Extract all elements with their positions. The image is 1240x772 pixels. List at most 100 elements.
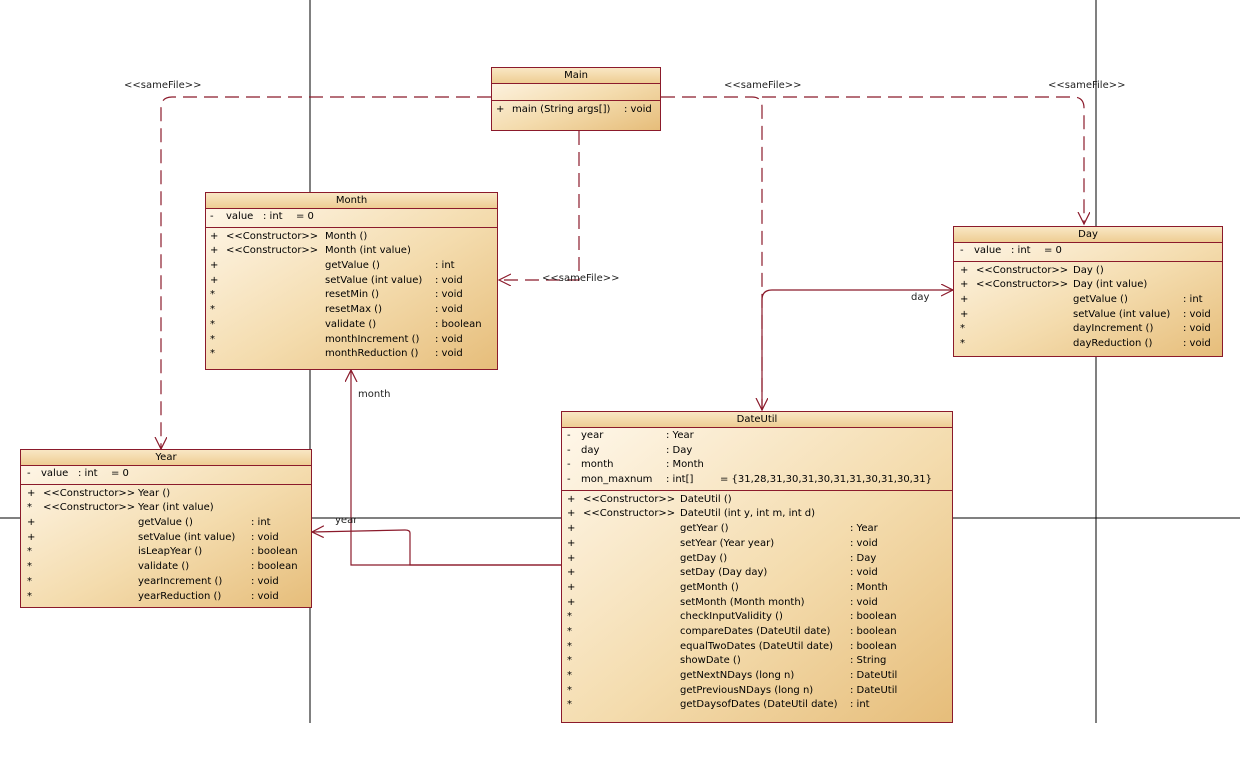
attribute-row[interactable]: - day : Day (562, 444, 952, 459)
operation-row[interactable]: * getNextNDays (long n) : DateUtil (562, 669, 952, 684)
operation-row[interactable]: + getMonth () : Month (562, 581, 952, 596)
operation-type: : void (1183, 338, 1211, 350)
dependency-main-day[interactable] (762, 96, 1084, 224)
label-assoc-month: month (358, 389, 391, 400)
class-dateutil[interactable]: DateUtil - year : Year - day : Day - mon… (561, 411, 953, 723)
operation-row[interactable]: * monthIncrement () : void (206, 333, 497, 348)
attribute-init: = 0 (296, 211, 314, 222)
operation-row[interactable]: + setYear (Year year) : void (562, 537, 952, 552)
association-dateutil-year[interactable] (312, 530, 561, 566)
operation-row[interactable]: + <<Constructor>> Day () (954, 264, 1222, 279)
operation-name: setValue (int value) (138, 531, 236, 543)
operation-row[interactable]: * yearReduction () : void (21, 590, 311, 605)
operation-type: : boolean (251, 561, 298, 573)
operation-name: getValue () (1073, 294, 1128, 306)
operation-row[interactable]: + setValue (int value) : void (21, 531, 311, 546)
operations-section: + <<Constructor>> DateUtil () + <<Constr… (562, 491, 952, 713)
operation-row[interactable]: + setValue (int value) : void (206, 274, 497, 289)
class-month[interactable]: Month - value : int = 0 + <<Constructor>… (205, 192, 498, 370)
attribute-name: value (226, 211, 254, 222)
operation-row[interactable]: * <<Constructor>> Year (int value) (21, 501, 311, 516)
operation-row[interactable]: * isLeapYear () : boolean (21, 545, 311, 560)
attribute-name: value (41, 468, 69, 479)
operation-row[interactable]: + <<Constructor>> Month () (206, 230, 497, 245)
visibility: + (567, 537, 576, 549)
visibility: * (567, 655, 572, 667)
operation-type: : void (251, 531, 279, 543)
operation-row[interactable]: + getValue () : int (954, 293, 1222, 308)
visibility: - (567, 444, 571, 456)
label-samefile-dateutil: <<sameFile>> (724, 80, 802, 91)
operation-row[interactable]: + setDay (Day day) : void (562, 566, 952, 581)
visibility: * (960, 323, 965, 335)
operation-name: main (String args[]) (512, 104, 611, 115)
operation-row[interactable]: * equalTwoDates (DateUtil date) : boolea… (562, 640, 952, 655)
operation-row[interactable]: * showDate () : String (562, 654, 952, 669)
visibility: * (567, 625, 572, 637)
operation-row[interactable]: * compareDates (DateUtil date) : boolean (562, 625, 952, 640)
operation-row[interactable]: + setMonth (Month month) : void (562, 596, 952, 611)
operation-row[interactable]: + getValue () : int (206, 259, 497, 274)
operation-row[interactable]: * dayReduction () : void (954, 337, 1222, 352)
class-day[interactable]: Day - value : int = 0 + <<Constructor>> … (953, 226, 1223, 357)
operation-row[interactable]: + <<Constructor>> DateUtil () (562, 493, 952, 508)
operation-type: : void (435, 304, 463, 316)
attribute-row[interactable]: - mon_maxnum : int[] = {31,28,31,30,31,3… (562, 473, 952, 488)
operation-name: dayIncrement () (1073, 323, 1154, 335)
operation-row[interactable]: * resetMax () : void (206, 303, 497, 318)
operation-type: : int (1183, 294, 1203, 306)
class-name: Day (954, 227, 1222, 243)
operation-row[interactable]: * validate () : boolean (21, 560, 311, 575)
operation-row[interactable]: * getPreviousNDays (long n) : DateUtil (562, 684, 952, 699)
attribute-type: : int (1011, 245, 1031, 256)
attribute-row[interactable]: - value : int = 0 (954, 244, 1222, 259)
label-samefile-day: <<sameFile>> (1048, 80, 1126, 91)
operation-row[interactable]: + getYear () : Year (562, 522, 952, 537)
attribute-row[interactable]: - month : Month (562, 458, 952, 473)
visibility: * (27, 590, 32, 602)
operation-row[interactable]: + getDay () : Day (562, 552, 952, 567)
operation-row[interactable]: * getDaysofDates (DateUtil date) : int (562, 698, 952, 713)
operation-type: : void (1183, 323, 1211, 335)
attribute-init: = {31,28,31,30,31,30,31,31,30,31,30,31} (720, 474, 932, 486)
visibility: * (960, 338, 965, 350)
operation-name: DateUtil (int y, int m, int d) (680, 508, 816, 520)
class-year[interactable]: Year - value : int = 0 + <<Constructor>>… (20, 449, 312, 608)
visibility: - (567, 459, 571, 471)
dependency-main-dateutil[interactable] (661, 96, 762, 410)
association-dateutil-day[interactable] (761, 290, 953, 410)
visibility: + (567, 581, 576, 593)
visibility: * (27, 575, 32, 587)
operation-row[interactable]: + getValue () : int (21, 516, 311, 531)
attributes-section (492, 84, 660, 101)
attribute-row[interactable]: - value : int = 0 (21, 467, 311, 482)
operation-name: compareDates (DateUtil date) (680, 625, 831, 637)
operation-row[interactable]: * resetMin () : void (206, 288, 497, 303)
operation-type: : DateUtil (850, 670, 898, 681)
attribute-row[interactable]: - year : Year (562, 429, 952, 444)
operation-row[interactable]: * yearIncrement () : void (21, 575, 311, 590)
attribute-row[interactable]: - value : int = 0 (206, 210, 497, 225)
operation-row[interactable]: + setValue (int value) : void (954, 308, 1222, 323)
operation-row[interactable]: + <<Constructor>> DateUtil (int y, int m… (562, 507, 952, 522)
operation-row[interactable]: * dayIncrement () : void (954, 322, 1222, 337)
operation-row[interactable]: * checkInputValidity () : boolean (562, 610, 952, 625)
operations-section: + main (String args[]) : void (492, 101, 660, 118)
operation-type: : void (850, 537, 878, 549)
visibility: + (567, 508, 576, 520)
operation-row[interactable]: + <<Constructor>> Year () (21, 487, 311, 502)
operation-row[interactable]: + main (String args[]) : void (492, 103, 660, 118)
operation-row[interactable]: * validate () : boolean (206, 318, 497, 333)
visibility: * (27, 502, 32, 514)
operation-row[interactable]: + <<Constructor>> Day (int value) (954, 278, 1222, 293)
visibility: + (210, 245, 219, 257)
attributes-section: - year : Year - day : Day - month : Mont… (562, 428, 952, 491)
stereotype: <<Constructor>> (976, 264, 1069, 276)
class-main[interactable]: Main + main (String args[]) : void (491, 67, 661, 131)
operation-type: : void (435, 333, 463, 345)
operation-row[interactable]: * monthReduction () : void (206, 347, 497, 362)
operation-row[interactable]: + <<Constructor>> Month (int value) (206, 244, 497, 259)
operation-name: showDate () (680, 655, 741, 667)
operation-name: getYear () (680, 523, 729, 535)
attribute-name: value (974, 245, 1002, 256)
